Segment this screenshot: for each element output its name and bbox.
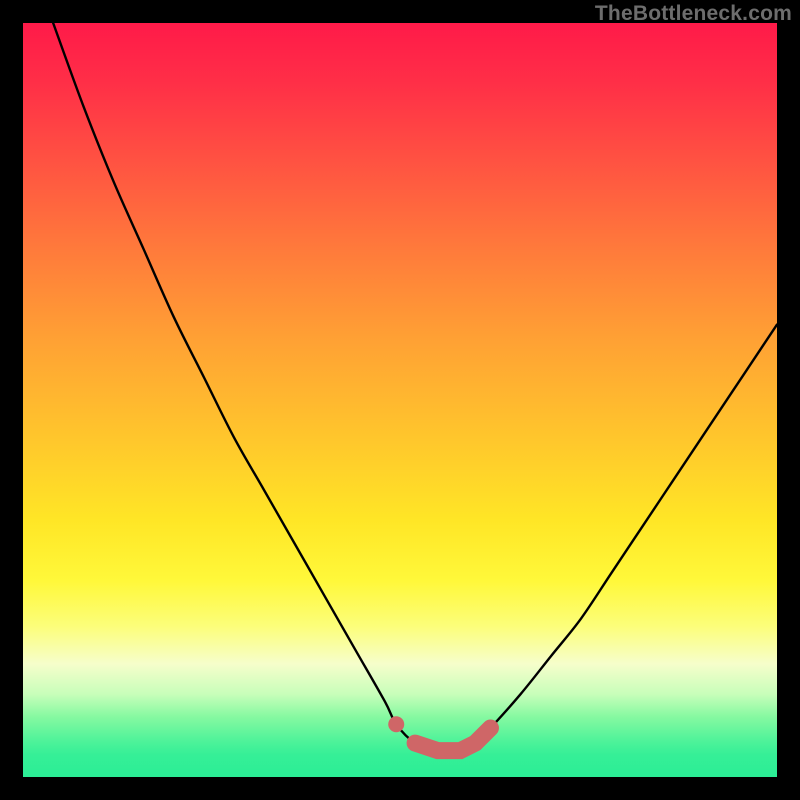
flat-region-marker xyxy=(415,728,490,751)
bottleneck-curve-chart xyxy=(23,23,777,777)
bottleneck-curve xyxy=(53,23,777,752)
flat-region-start-marker xyxy=(388,716,404,732)
